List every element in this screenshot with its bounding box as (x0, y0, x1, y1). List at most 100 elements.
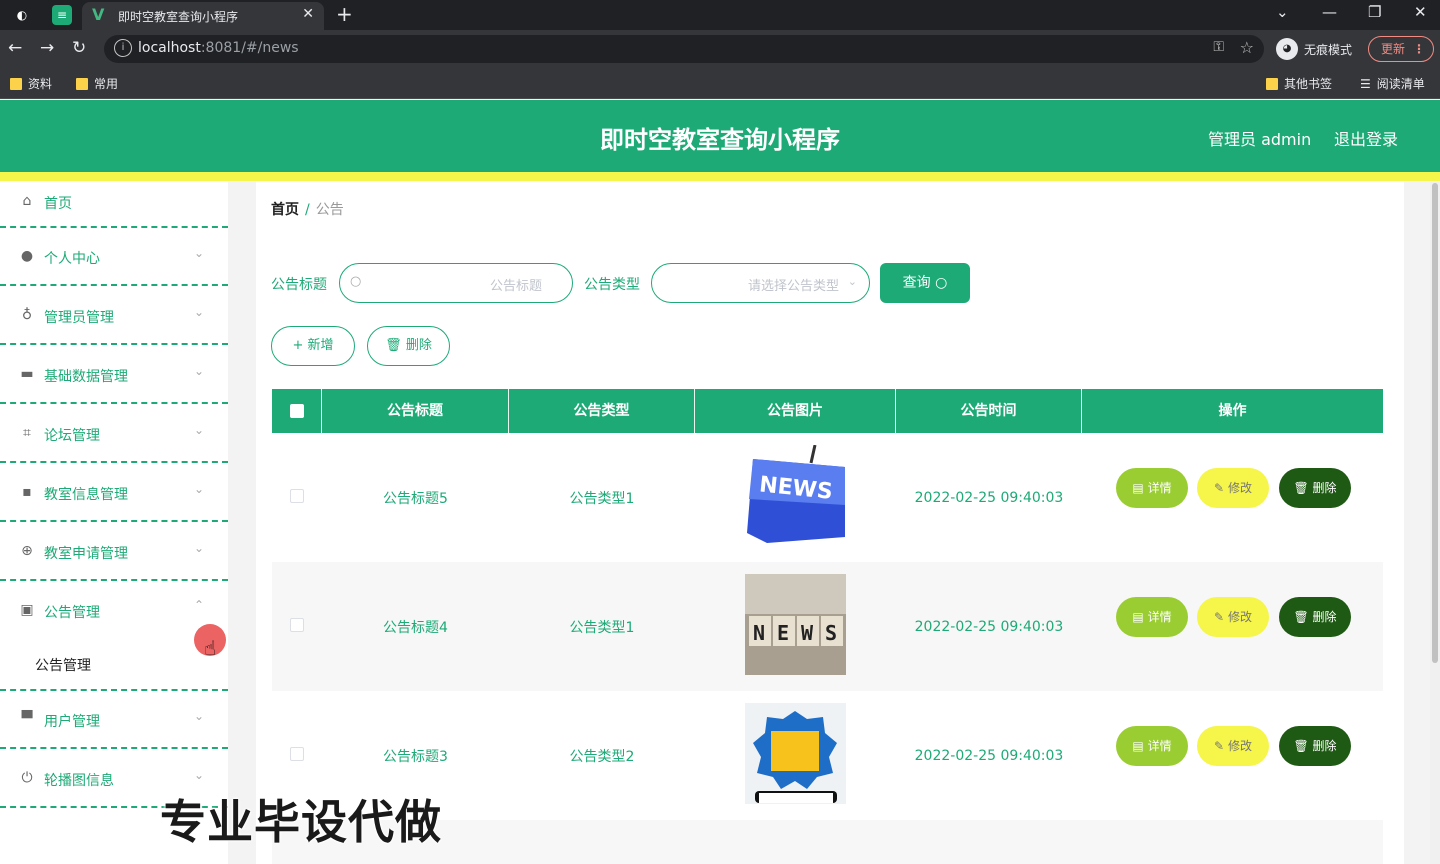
folder-icon (1266, 77, 1278, 90)
svg-text:W: W (801, 621, 814, 645)
bookmark-folder-1[interactable]: 资料 (10, 75, 52, 92)
home-icon: ⌂ (22, 193, 32, 209)
crop-icon: ⌗ (23, 425, 31, 441)
chevron-down-icon: ⌄ (194, 482, 205, 496)
row-type: 公告类型2 (569, 748, 635, 765)
detail-button[interactable]: ▤ 详情 (1116, 726, 1188, 766)
col-type: 公告类型 (509, 389, 695, 433)
query-button[interactable]: 查询 ○ (880, 263, 970, 303)
microphone-icon: ♁ (21, 307, 33, 323)
sidebar-item-admins[interactable]: ♁ 管理员管理 ⌄ (0, 287, 228, 345)
minimize-icon[interactable]: — (1322, 3, 1337, 21)
pinned-tab-icon[interactable]: ≡ (52, 5, 72, 25)
edit-button[interactable]: ✎ 修改 (1197, 597, 1269, 637)
new-tab-icon[interactable]: + (336, 2, 353, 26)
sidebar-subitem-notices[interactable]: 公告管理 (0, 643, 228, 691)
current-user: 管理员 admin (1208, 130, 1312, 149)
active-tab[interactable]: V 即时空教室查询小程序 ✕ (82, 2, 324, 30)
hand-cursor-icon: ☝ (204, 636, 217, 660)
trash-icon: 🗑 (385, 338, 402, 353)
chat-icon: ▪ (22, 484, 32, 500)
row-time: 2022-02-25 09:40:03 (914, 489, 1064, 506)
chevron-down-icon: ⌄ (194, 305, 205, 319)
detail-button[interactable]: ▤ 详情 (1116, 468, 1188, 508)
col-time: 公告时间 (896, 389, 1082, 433)
forward-icon[interactable]: → (40, 38, 54, 58)
row-type: 公告类型1 (569, 490, 635, 507)
search-icon: ○ (935, 275, 948, 291)
incognito-icon: ◕ (1276, 38, 1298, 60)
browser-menu-icon[interactable]: ◐ (12, 5, 32, 25)
sidebar-item-applications[interactable]: ⊕ 教室申请管理 ⌄ (0, 523, 228, 581)
sidebar-item-forum[interactable]: ⌗ 论坛管理 ⌄ (0, 405, 228, 463)
col-title: 公告标题 (322, 389, 509, 433)
site-info-icon[interactable]: i (114, 39, 132, 57)
trash-icon: 🗑 (1293, 739, 1309, 753)
edit-icon: ✎ (1214, 610, 1225, 624)
title-search-input[interactable]: ○ 公告标题 (339, 263, 573, 303)
row-title: 公告标题3 (383, 748, 448, 765)
svg-text:E: E (777, 621, 789, 645)
type-filter-label: 公告类型 (584, 277, 640, 293)
incognito-indicator[interactable]: ◕ 无痕模式 (1276, 36, 1352, 62)
reading-list[interactable]: ☰ 阅读清单 (1360, 75, 1425, 92)
bookmark-star-icon[interactable]: ☆ (1240, 38, 1254, 57)
sidebar-item-notices[interactable]: ▣ 公告管理 ⌃ (0, 582, 228, 643)
page-scrollbar[interactable] (1430, 181, 1440, 864)
header-accent-strip (0, 172, 1440, 181)
sidebar-item-base-data[interactable]: ▬ 基础数据管理 ⌄ (0, 346, 228, 404)
scrollbar-thumb[interactable] (1432, 183, 1438, 663)
other-bookmarks[interactable]: 其他书签 (1266, 75, 1332, 92)
back-icon[interactable]: ← (8, 38, 22, 58)
url-field[interactable]: i localhost:8081/#/news ⚿ ☆ (104, 35, 1264, 63)
key-icon[interactable]: ⚿ (1213, 39, 1224, 55)
hot-news-phone-image (745, 703, 846, 804)
chevron-up-icon: ⌃ (194, 598, 205, 612)
reload-icon[interactable]: ↻ (72, 38, 86, 58)
delete-button[interactable]: 🗑 删除 (1279, 597, 1351, 637)
power-icon: ⏻ (21, 770, 33, 786)
sidebar-item-profile[interactable]: ● 个人中心 ⌄ (0, 228, 228, 286)
close-tab-icon[interactable]: ✕ (302, 6, 314, 22)
row-time: 2022-02-25 09:40:03 (914, 747, 1064, 764)
row-checkbox[interactable] (290, 746, 304, 761)
svg-text:N: N (753, 621, 765, 645)
document-icon: ▤ (1132, 481, 1144, 495)
sidebar: ⌂ 首页 ● 个人中心 ⌄ ♁ 管理员管理 ⌄ ▬ 基础数据管理 ⌄ ⌗ 论坛管… (0, 181, 228, 864)
add-button[interactable]: + 新增 (271, 326, 355, 366)
search-icon: ○ (350, 274, 362, 289)
address-bar: ← → ↻ i localhost:8081/#/news ⚿ ☆ ◕ 无痕模式… (0, 30, 1440, 68)
row-checkbox[interactable] (290, 617, 304, 632)
sidebar-item-classrooms[interactable]: ▪ 教室信息管理 ⌄ (0, 464, 228, 522)
batch-delete-button[interactable]: 🗑 删除 (367, 326, 450, 366)
chevron-down-icon: ⌄ (194, 541, 205, 555)
folder-icon (76, 77, 88, 90)
table-row: 公告标题4 公告类型1 N E W S 2022-02-25 09:40:03 (272, 562, 1383, 691)
watermark-text: 专业毕设代做 (160, 795, 442, 849)
sidebar-item-users[interactable]: ▀ 用户管理 ⌄ (0, 691, 228, 749)
edit-icon: ✎ (1214, 739, 1225, 753)
chevron-down-icon: ⌄ (194, 246, 205, 260)
search-form: 公告标题 ○ 公告标题 公告类型 请选择公告类型 ⌄ 查询 ○ (271, 263, 1371, 303)
breadcrumb-home[interactable]: 首页 (271, 202, 299, 218)
restore-icon[interactable]: ❐ (1368, 3, 1381, 21)
svg-text:S: S (825, 621, 837, 645)
delete-button[interactable]: 🗑 删除 (1279, 468, 1351, 508)
row-time: 2022-02-25 09:40:03 (914, 618, 1064, 635)
logout-link[interactable]: 退出登录 (1334, 126, 1398, 150)
close-window-icon[interactable]: ✕ (1414, 3, 1427, 21)
trash-icon: 🗑 (1293, 481, 1309, 495)
tab-search-icon[interactable]: ⌄ (1276, 3, 1289, 21)
detail-button[interactable]: ▤ 详情 (1116, 597, 1188, 637)
type-select[interactable]: 请选择公告类型 ⌄ (651, 263, 870, 303)
chevron-down-icon: ⌄ (194, 768, 205, 782)
row-checkbox[interactable] (290, 488, 304, 503)
edit-button[interactable]: ✎ 修改 (1197, 726, 1269, 766)
select-all-checkbox[interactable] (272, 389, 322, 433)
chevron-down-icon: ⌄ (194, 709, 205, 723)
bookmark-folder-2[interactable]: 常用 (76, 75, 118, 92)
edit-button[interactable]: ✎ 修改 (1197, 468, 1269, 508)
update-button[interactable]: 更新 ⋮ (1368, 36, 1434, 62)
sidebar-item-home[interactable]: ⌂ 首页 (0, 181, 228, 228)
delete-button[interactable]: 🗑 删除 (1279, 726, 1351, 766)
